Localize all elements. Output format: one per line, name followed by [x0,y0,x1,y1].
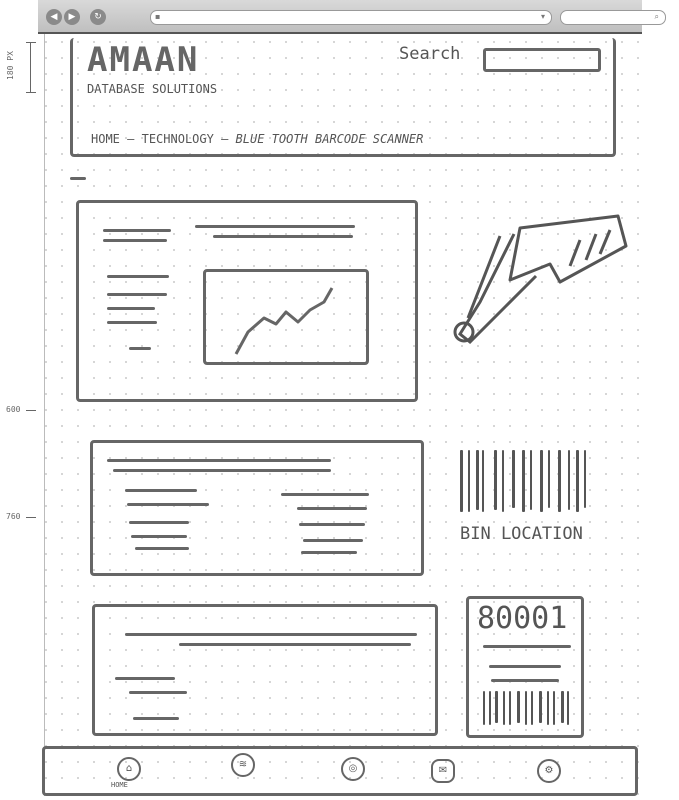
ruler-tick [26,92,36,93]
back-icon[interactable]: ◀ [46,9,62,25]
reload-icon[interactable]: ↻ [90,9,106,25]
content-panel-1 [76,200,418,402]
logo[interactable]: AMAAN [87,40,199,80]
text-line [127,503,209,506]
text-line [103,229,171,232]
label-barcode-icon [481,691,571,727]
barcode-scanner-icon [453,214,628,345]
ruler-600-mark: 600 [6,405,21,414]
home-label: HOME [111,781,128,789]
bin-location-label: BIN LOCATION [460,524,583,544]
browser-toolbar: ◀ ▶ ↻ ▪ ▾ ⌕ [38,0,666,34]
text-line [107,321,157,324]
breadcrumb-home[interactable]: HOME [91,132,120,146]
text-line [107,459,331,462]
message-icon[interactable]: ✉ [431,759,455,783]
search-label: Search [399,44,461,64]
ruler-bracket [30,42,31,92]
text-line [115,677,175,680]
breadcrumb-technology[interactable]: TECHNOLOGY [142,132,214,146]
ruler-tick [26,410,36,411]
text-line [179,643,411,646]
text-line [213,235,353,238]
home-icon[interactable]: ⌂ [117,757,141,781]
ruler-tick [26,517,36,518]
ruler-760-mark: 760 [6,512,21,521]
text-line [125,489,197,492]
ruler-tick [26,42,36,43]
text-line [135,547,189,550]
bottom-nav-bar: ⌂ HOME ≋ ◎ ✉ ⚙ [42,746,638,796]
text-line [131,535,187,538]
text-line [113,469,331,472]
text-line [107,307,155,310]
bin-label-card: 80001 [466,596,584,738]
wifi-icon[interactable]: ≋ [231,753,255,777]
forward-icon[interactable]: ▶ [64,9,80,25]
header-frame: AMAAN DATABASE SOLUTIONS Search HOME — T… [70,38,616,157]
logo-subtitle: DATABASE SOLUTIONS [87,82,218,96]
text-line [491,679,559,682]
breadcrumb-current: BLUE TOOTH BARCODE SCANNER [235,132,424,146]
ruler-top-mark: 180 PX [6,51,15,80]
dropdown-icon[interactable]: ▾ [541,12,545,21]
dash-mark [70,177,86,180]
sheet-margin-line [44,34,45,796]
text-line [107,293,167,296]
search-icon: ⌕ [654,12,659,21]
barcode-icon [456,450,588,516]
text-line [303,539,363,542]
text-line [297,507,367,510]
page-icon: ▪ [155,12,161,21]
text-line [489,665,561,668]
content-panel-2 [90,440,424,576]
browser-search-field[interactable]: ⌕ [560,10,666,25]
settings-icon[interactable]: ⚙ [537,759,561,783]
text-line [301,551,357,554]
content-panel-3 [92,604,438,736]
text-line [133,717,179,720]
text-line [107,275,169,278]
search-input[interactable] [483,48,601,72]
text-line [103,239,167,242]
graph-thumbnail [203,269,369,365]
text-line [129,521,189,524]
breadcrumb: HOME — TECHNOLOGY — BLUE TOOTH BARCODE S… [91,132,424,146]
bin-number: 80001 [477,601,568,636]
text-line [483,645,571,648]
line-graph-icon [234,287,334,355]
text-line [299,523,365,526]
target-icon[interactable]: ◎ [341,757,365,781]
text-line [129,691,187,694]
text-line [129,347,151,350]
text-line [125,633,417,636]
text-line [195,225,355,228]
text-line [281,493,369,496]
address-bar[interactable]: ▪ ▾ [150,10,552,25]
